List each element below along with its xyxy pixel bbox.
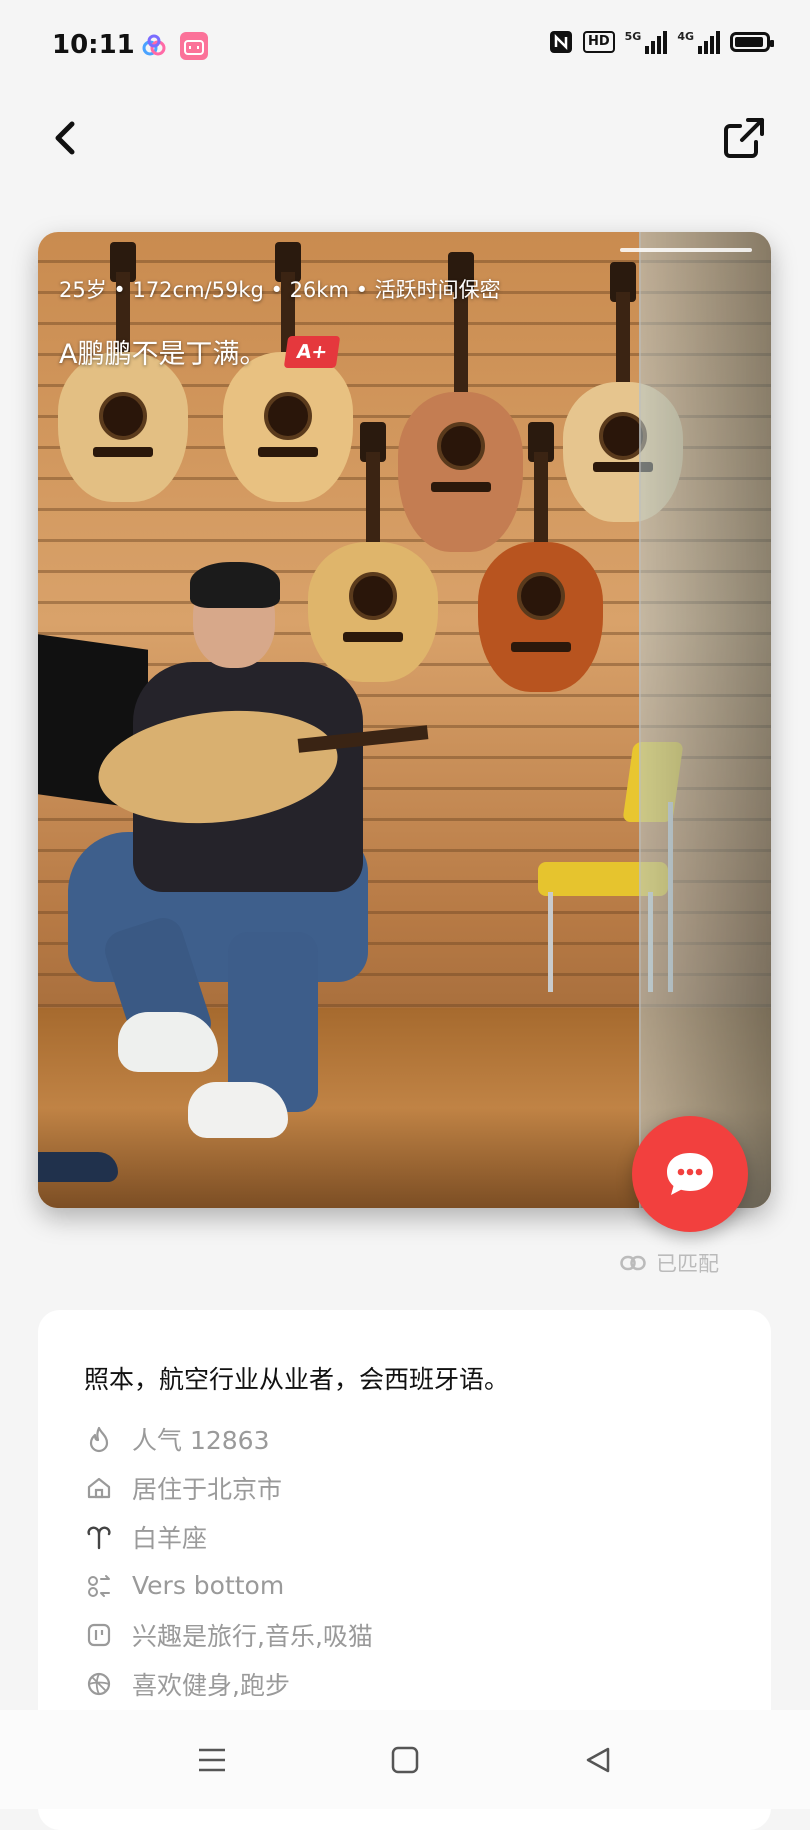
popularity-row: 人气 12863 <box>84 1414 373 1463</box>
link-icon <box>620 1255 646 1271</box>
menu-icon <box>199 1748 225 1772</box>
matched-label: 已匹配 <box>656 1252 719 1276</box>
role-row: Vers bottom <box>84 1561 373 1610</box>
battery-icon <box>730 32 774 52</box>
nav-back-button[interactable] <box>578 1740 618 1780</box>
sports-text: 喜欢健身,跑步 <box>132 1670 290 1700</box>
signal-5g-icon: 5G <box>625 30 668 54</box>
chat-bubble-icon <box>667 1153 713 1195</box>
profile-name: A鹏鹏不是丁满。 <box>59 339 267 370</box>
profile-bio: 照本，航空行业从业者，会西班牙语。 <box>84 1365 510 1394</box>
profile-photo[interactable]: 25岁 • 172cm/59kg • 26km • 活跃时间保密 A鹏鹏不是丁满… <box>38 232 771 1208</box>
square-home-icon <box>391 1746 419 1774</box>
zodiac-text: 白羊座 <box>132 1523 208 1553</box>
popularity-text: 人气 12863 <box>132 1425 270 1455</box>
role-text: Vers bottom <box>132 1571 285 1600</box>
back-button[interactable] <box>46 112 86 164</box>
zodiac-row: 白羊座 <box>84 1512 373 1561</box>
share-button[interactable] <box>720 114 768 162</box>
profile-stats: 25岁 • 172cm/59kg • 26km • 活跃时间保密 <box>59 278 501 302</box>
triangle-back-icon <box>586 1747 610 1773</box>
status-time: 10:11 <box>52 30 135 60</box>
ball-icon <box>84 1669 114 1699</box>
interests-text: 兴趣是旅行,音乐,吸猫 <box>132 1621 373 1651</box>
home-icon <box>84 1473 114 1503</box>
hd-badge: HD <box>582 31 615 53</box>
share-icon <box>724 118 764 158</box>
chevron-left-icon <box>55 121 75 155</box>
matched-status: 已匹配 <box>620 1248 719 1278</box>
status-bar: 10:11 HD 5G 4G <box>0 0 810 92</box>
signal-4g-icon: 4G <box>677 30 720 54</box>
guitar-illustration <box>308 422 438 682</box>
interest-icon <box>84 1620 114 1650</box>
photo-progress-indicator <box>620 248 752 252</box>
nav-home-button[interactable] <box>385 1740 425 1780</box>
vip-badge: A+ <box>284 335 341 368</box>
swap-icon <box>84 1571 114 1601</box>
residence-row: 居住于北京市 <box>84 1463 373 1512</box>
interests-row: 兴趣是旅行,音乐,吸猫 <box>84 1610 373 1659</box>
residence-text: 居住于北京市 <box>132 1474 283 1504</box>
sports-row: 喜欢健身,跑步 <box>84 1659 373 1708</box>
aries-icon <box>84 1522 114 1552</box>
glass-door <box>639 232 771 1208</box>
guitar-illustration <box>478 422 603 692</box>
chat-button[interactable] <box>632 1116 748 1232</box>
nav-menu-button[interactable] <box>192 1740 232 1780</box>
profile-attributes: 人气 12863 居住于北京市 白羊座 Vers bottom 兴趣是旅行,音乐… <box>84 1414 373 1708</box>
bilibili-icon <box>180 32 208 60</box>
system-nav-bar <box>0 1710 810 1809</box>
app-notification-icon <box>140 32 168 60</box>
profile-name-row: A鹏鹏不是丁满。 A+ <box>59 332 341 371</box>
flame-icon <box>84 1424 114 1454</box>
status-indicators: HD 5G 4G <box>549 30 774 54</box>
nfc-icon <box>549 31 572 53</box>
